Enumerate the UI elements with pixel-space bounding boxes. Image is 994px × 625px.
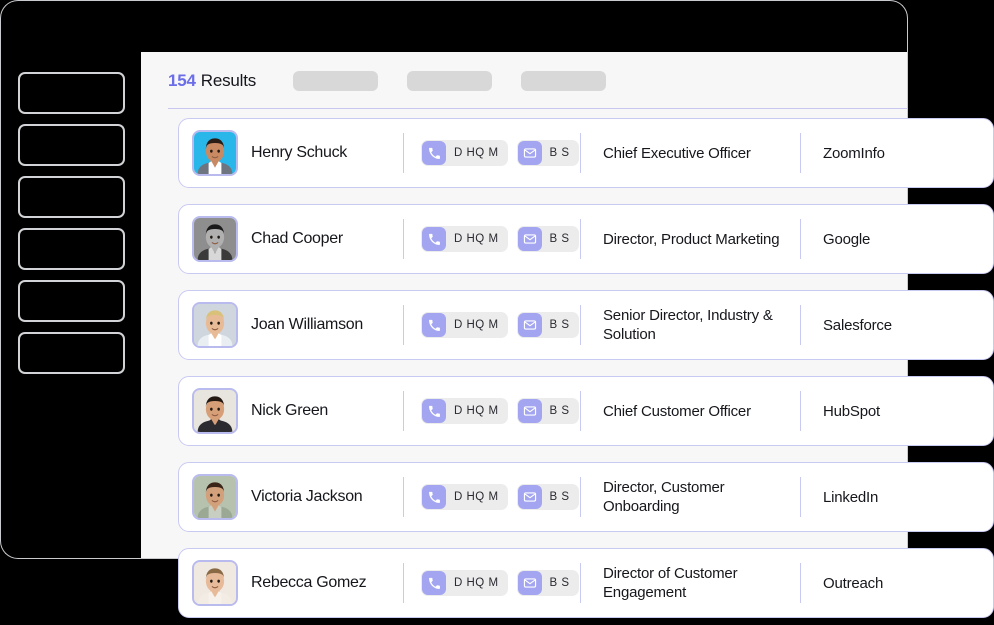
phone-badge[interactable]: D HQ M [421, 398, 508, 424]
email-badge[interactable]: B S [516, 570, 579, 596]
contact-title: Director of Customer Engagement [603, 565, 738, 601]
avatar-cell [179, 130, 251, 176]
contact-company: HubSpot [823, 402, 880, 420]
contact-badges: D HQ M B S [404, 140, 580, 166]
avatar-cell [179, 388, 251, 434]
email-icon [517, 227, 542, 251]
avatar-cell [179, 302, 251, 348]
phone-badge-label: D HQ M [454, 405, 499, 417]
avatar [192, 130, 238, 176]
contact-name: Joan Williamson [251, 316, 363, 333]
email-icon [517, 485, 542, 509]
email-badge-label: B S [549, 491, 570, 503]
email-badge[interactable]: B S [516, 140, 579, 166]
avatar-cell [179, 474, 251, 520]
email-badge-label: B S [549, 233, 570, 245]
sidebar-item-2[interactable] [18, 124, 125, 166]
contact-badges: D HQ M B S [404, 570, 580, 596]
avatar [192, 216, 238, 262]
table-row[interactable]: Chad Cooper D HQ M B S Director, Product Ma… [178, 204, 994, 274]
email-badge-label: B S [549, 319, 570, 331]
header-divider [168, 108, 908, 109]
avatar [192, 474, 238, 520]
email-icon [517, 313, 542, 337]
email-icon [517, 141, 542, 165]
phone-badge[interactable]: D HQ M [421, 570, 508, 596]
contact-company: Outreach [823, 574, 884, 592]
contact-title: Chief Executive Officer [603, 144, 751, 162]
contact-company: Salesforce [823, 316, 892, 334]
screenshot-stage: 154 Results Henry Schuck D HQ M B S Chief E… [0, 0, 994, 625]
phone-badge-label: D HQ M [454, 319, 499, 331]
phone-badge[interactable]: D HQ M [421, 484, 508, 510]
phone-badge-label: D HQ M [454, 233, 499, 245]
avatar [192, 560, 238, 606]
contact-badges: D HQ M B S [404, 398, 580, 424]
contact-badges: D HQ M B S [404, 226, 580, 252]
phone-icon [422, 399, 446, 423]
sidebar-item-1[interactable] [18, 72, 125, 114]
table-row[interactable]: Rebecca Gomez D HQ M B S Director of Custom… [178, 548, 994, 618]
avatar [192, 388, 238, 434]
contact-title: Director, Product Marketing [603, 230, 780, 248]
contact-badges: D HQ M B S [404, 312, 580, 338]
email-badge-label: B S [549, 405, 570, 417]
phone-icon [422, 571, 446, 595]
email-icon [517, 399, 542, 423]
table-row[interactable]: Victoria Jackson D HQ M B S Director, Custo… [178, 462, 994, 532]
filter-pill-2[interactable] [407, 70, 493, 91]
contact-company: LinkedIn [823, 488, 879, 506]
sidebar-item-4[interactable] [18, 228, 125, 270]
contact-title: Senior Director, Industry & Solution [603, 307, 773, 343]
contact-title: Director, Customer Onboarding [603, 479, 725, 515]
sidebar-item-5[interactable] [18, 280, 125, 322]
avatar-cell [179, 560, 251, 606]
phone-icon [422, 313, 446, 337]
email-badge[interactable]: B S [516, 484, 579, 510]
phone-badge[interactable]: D HQ M [421, 226, 508, 252]
phone-badge[interactable]: D HQ M [421, 312, 508, 338]
phone-badge-label: D HQ M [454, 147, 499, 159]
filter-pill-1[interactable] [293, 70, 379, 91]
filter-pill-group[interactable] [293, 70, 607, 91]
email-badge-label: B S [549, 147, 570, 159]
email-badge[interactable]: B S [516, 398, 579, 424]
sidebar [0, 52, 141, 559]
contact-name: Chad Cooper [251, 230, 343, 247]
phone-icon [422, 141, 446, 165]
contact-name: Henry Schuck [251, 144, 347, 161]
avatar-cell [179, 216, 251, 262]
window-titlebar [0, 0, 908, 52]
table-row[interactable]: Nick Green D HQ M B S Chief Customer Office… [178, 376, 994, 446]
email-badge[interactable]: B S [516, 226, 579, 252]
contact-title: Chief Customer Officer [603, 402, 751, 420]
contact-company: Google [823, 230, 871, 248]
phone-badge[interactable]: D HQ M [421, 140, 508, 166]
contact-badges: D HQ M B S [404, 484, 580, 510]
contact-name: Victoria Jackson [251, 488, 363, 505]
results-label: Results [200, 70, 257, 90]
table-row[interactable]: Joan Williamson D HQ M B S Senior Director,… [178, 290, 994, 360]
contact-list: Henry Schuck D HQ M B S Chief Executive Off… [178, 118, 994, 625]
contact-name: Nick Green [251, 402, 329, 419]
sidebar-item-3[interactable] [18, 176, 125, 218]
phone-badge-label: D HQ M [454, 491, 499, 503]
filter-pill-3[interactable] [521, 70, 607, 91]
sidebar-item-6[interactable] [18, 332, 125, 374]
email-icon [517, 571, 542, 595]
results-count: 154 [168, 70, 196, 90]
avatar [192, 302, 238, 348]
email-badge[interactable]: B S [516, 312, 579, 338]
email-badge-label: B S [549, 577, 570, 589]
table-row[interactable]: Henry Schuck D HQ M B S Chief Executive Off… [178, 118, 994, 188]
contact-company: ZoomInfo [823, 144, 885, 162]
phone-icon [422, 485, 446, 509]
contact-name: Rebecca Gomez [251, 574, 367, 591]
phone-icon [422, 227, 446, 251]
phone-badge-label: D HQ M [454, 577, 499, 589]
results-header: 154 Results [141, 52, 908, 109]
